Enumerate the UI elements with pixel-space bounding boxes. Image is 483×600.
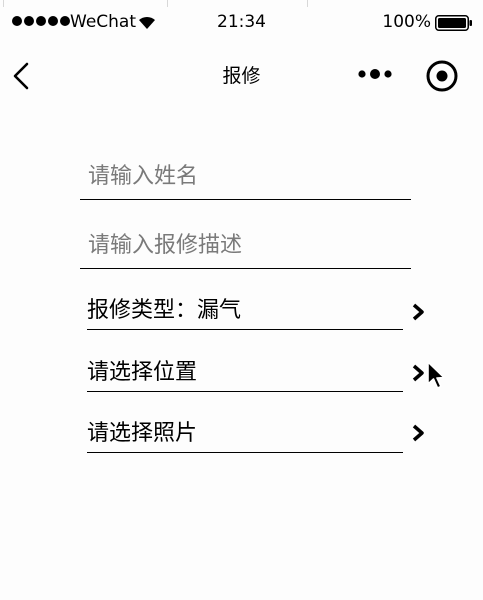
page-title: 报修 [222,65,261,87]
status-bar: WeChat 21:34 100% [0,8,483,38]
phone-screen: WeChat 21:34 100% 报修 报修类型 [0,0,483,600]
description-field [80,222,411,269]
repair-type-picker[interactable]: 报修类型：漏气 [87,293,403,330]
battery-percent: 100% [382,12,431,32]
chevron-right-icon[interactable] [410,303,426,321]
chevron-right-icon[interactable] [410,424,426,442]
target-icon[interactable] [424,58,460,94]
location-picker[interactable]: 请选择位置 [87,355,403,392]
battery-icon [435,15,472,31]
chevron-right-icon[interactable] [410,364,426,382]
mouse-cursor-icon [427,361,445,389]
frame-ticks [0,0,483,8]
nav-bar: 报修 [0,48,483,102]
name-input[interactable] [80,154,411,199]
description-input[interactable] [80,222,411,268]
name-field [80,154,411,200]
photo-picker[interactable]: 请选择照片 [87,416,403,453]
more-dots-icon[interactable] [357,64,393,84]
